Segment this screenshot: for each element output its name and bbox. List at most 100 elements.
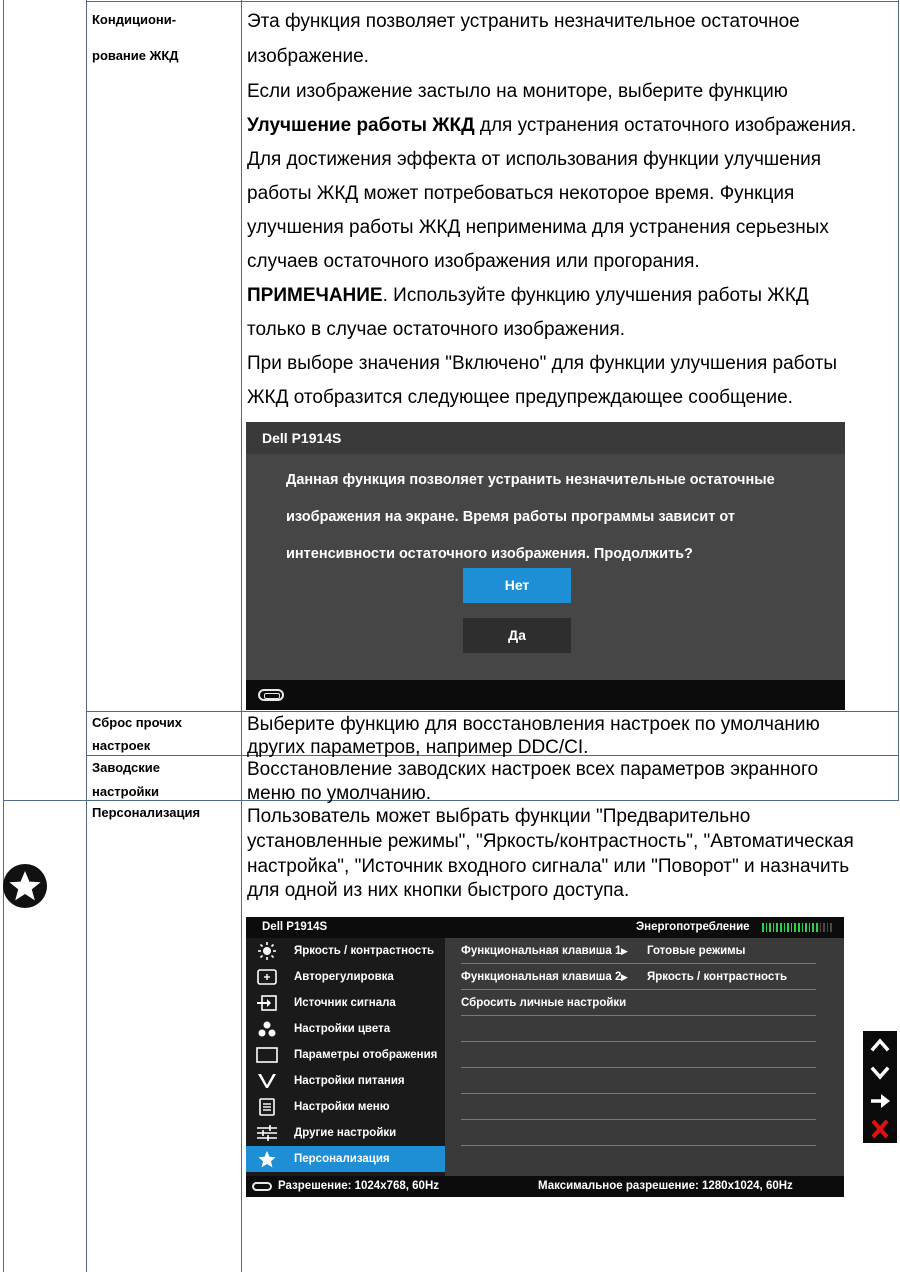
desc-lcd-note-line2: только в случае остаточного изображения. (247, 319, 626, 340)
table-rule-top (86, 1, 899, 2)
vga-connector-icon (258, 689, 284, 701)
osd-row-function-key-2[interactable]: Функциональная клавиша 2 ▶ Яркость / кон… (461, 964, 816, 990)
energy-bar-segment (765, 923, 768, 932)
osd-menu-label: Источник сигнала (294, 997, 396, 1009)
desc-lcd-p2-line1: Если изображение застыло на мониторе, вы… (247, 81, 788, 102)
energy-bar-segment (815, 923, 818, 932)
note-label: ПРИМЕЧАНИЕ (247, 285, 383, 306)
osd-footer: Разрешение: 1024x768, 60Hz Максимальное … (246, 1176, 844, 1197)
energy-bar-segment (794, 923, 796, 932)
osd-row-reset-personal[interactable]: Сбросить личные настройки (461, 990, 816, 1016)
warning-dialog-footer (246, 680, 845, 710)
desc-lcd-p5-line1: При выборе значения "Включено" для функц… (247, 353, 838, 374)
energy-bar-segment (819, 923, 822, 932)
up-arrow-icon[interactable] (863, 1031, 897, 1059)
osd-menu-item-personalize[interactable]: Персонализация (246, 1146, 445, 1172)
desc-lcd-p2-rest: для устранения остаточного изображения. (474, 115, 857, 136)
osd-menu-item-energy[interactable]: Настройки питания (246, 1068, 445, 1094)
star-icon (3, 864, 47, 908)
label-lcd-line1: Кондициони- (92, 12, 177, 27)
osd-menu-label: Параметры отображения (294, 1049, 438, 1061)
desc-lcd-p3-line4: случаев остаточного изображения или прог… (247, 251, 700, 272)
energy-bar-segment (790, 923, 793, 932)
yes-button[interactable]: Да (463, 618, 571, 653)
desc-lcd-p3-line1: Для достижения эффекта от использования … (247, 149, 822, 170)
osd-row-value: Готовые режимы (647, 945, 746, 957)
energy-bar-segment (776, 923, 778, 932)
osd-brand: Dell P1914S (262, 921, 328, 933)
osd-menu-item-display[interactable]: Параметры отображения (246, 1042, 445, 1068)
osd-row-label: Функциональная клавиша 2 (461, 971, 622, 983)
vga-connector-icon (252, 1182, 272, 1191)
osd-energy-label: Энергопотребление (636, 921, 750, 933)
display-icon (256, 1047, 278, 1063)
color-dots-icon (258, 1021, 276, 1037)
label-lcd-line2: рование ЖКД (92, 48, 179, 63)
desc-factory-line1: Восстановление заводских настроек всех п… (247, 759, 819, 780)
osd-menu: Dell P1914S Энергопотребление Яркость / … (246, 917, 844, 1197)
osd-row-empty (461, 1042, 816, 1068)
desc-lcd-p3-line2: работы ЖКД может потребоваться некоторое… (247, 183, 795, 204)
no-button[interactable]: Нет (463, 568, 571, 603)
energy-bar-segment (808, 923, 811, 932)
chevron-right-icon: ▶ (621, 946, 628, 956)
desc-lcd-p2-line2: Улучшение работы ЖКД для устранения оста… (247, 109, 856, 142)
energy-bar-segment (787, 923, 789, 932)
energy-bar-segment (823, 923, 825, 932)
desc-personalize-line3: настройка", "Источник входного сигнала" … (247, 856, 850, 877)
label-personalize: Персонализация (92, 805, 201, 820)
osd-menu-label: Авторегулировка (294, 971, 394, 983)
input-source-icon (257, 995, 277, 1011)
osd-row-empty (461, 1068, 816, 1094)
note-text: . Используйте функцию улучшения работы Ж… (382, 285, 809, 306)
energy-bar-segment (762, 923, 764, 932)
brightness-icon (258, 942, 276, 960)
osd-row-value: Яркость / контрастность (647, 971, 788, 983)
desc-reset-other-line1: Выберите функцию для восстановления наст… (247, 714, 820, 735)
osd-submenu: Функциональная клавиша 1 ▶ Готовые режим… (445, 938, 844, 1176)
osd-menu-item-input-source[interactable]: Источник сигнала (246, 990, 445, 1016)
label-factory-line2: настройки (92, 784, 160, 799)
energy-meter (762, 923, 832, 932)
desc-lcd-bold-function: Улучшение работы ЖКД (247, 115, 475, 136)
desc-lcd-note-line1: ПРИМЕЧАНИЕ. Используйте функцию улучшени… (247, 279, 809, 312)
osd-menu-item-brightness[interactable]: Яркость / контрастность (246, 938, 445, 964)
desc-lcd-p1-line1: Эта функция позволяет устранить незначит… (247, 11, 800, 32)
table-border-col1 (86, 0, 87, 1272)
desc-personalize-line2: установленные режимы", "Яркость/контраст… (247, 831, 854, 852)
energy-icon (258, 1074, 276, 1088)
osd-menu-item-other[interactable]: Другие настройки (246, 1120, 445, 1146)
energy-bar-segment (830, 923, 832, 932)
down-arrow-icon[interactable] (863, 1059, 897, 1087)
star-icon (258, 1151, 276, 1168)
osd-side-buttons (863, 1031, 897, 1143)
energy-bar-segment (772, 923, 775, 932)
osd-row-empty (461, 1016, 816, 1042)
table-border-left (3, 0, 4, 1272)
energy-bar-segment (805, 923, 807, 932)
energy-bar-segment (826, 923, 829, 932)
desc-lcd-p3-line3: улучшения работы ЖКД неприменима для уст… (247, 217, 829, 238)
table-border-col2 (241, 0, 242, 1272)
osd-header: Dell P1914S Энергопотребление (246, 917, 844, 938)
osd-menu-label: Персонализация (294, 1153, 390, 1165)
osd-menu-item-auto-adjust[interactable]: Авторегулировка (246, 964, 445, 990)
energy-bar-segment (801, 923, 804, 932)
osd-menu-label: Яркость / контрастность (294, 945, 435, 957)
osd-menu-item-color[interactable]: Настройки цвета (246, 1016, 445, 1042)
right-arrow-icon[interactable] (863, 1087, 897, 1115)
desc-personalize-line4: для одной из них кнопки быстрого доступа… (247, 880, 630, 901)
label-reset-other-line2: настроек (92, 738, 151, 753)
desc-factory-line2: меню по умолчанию. (247, 783, 432, 804)
chevron-right-icon: ▶ (621, 972, 628, 982)
desc-lcd-p1-line2: изображение. (247, 46, 369, 67)
close-icon[interactable] (863, 1115, 897, 1143)
warning-dialog: Dell P1914S Данная функция позволяет уст… (246, 422, 845, 710)
osd-menu-label: Другие настройки (294, 1127, 397, 1139)
label-reset-other-line1: Сброс прочих (92, 715, 182, 730)
osd-row-function-key-1[interactable]: Функциональная клавиша 1 ▶ Готовые режим… (461, 938, 816, 964)
osd-menu-list: Яркость / контрастность Авторегулировка … (246, 938, 445, 1176)
osd-menu-item-menu[interactable]: Настройки меню (246, 1094, 445, 1120)
energy-bar-segment (797, 923, 800, 932)
energy-bar-segment (783, 923, 786, 932)
